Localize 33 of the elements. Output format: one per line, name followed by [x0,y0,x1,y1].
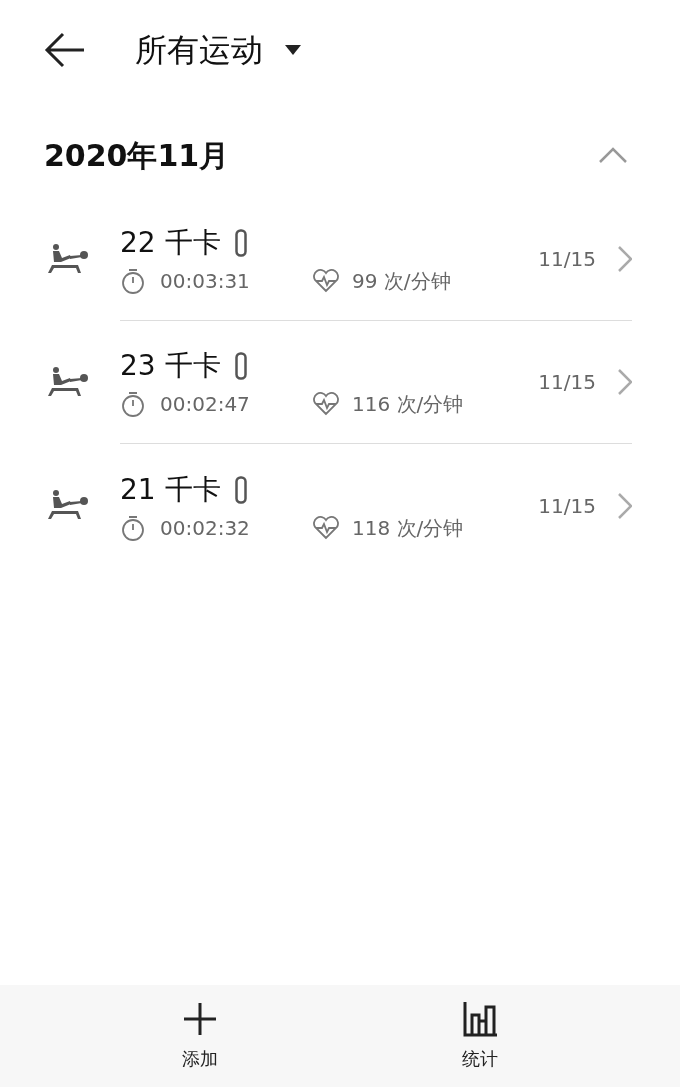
bottom-bar-button[interactable]: 统计 [456,1000,504,1072]
chevron-right-icon[interactable] [618,492,632,519]
date-text: 11/15 [538,369,596,396]
date-text: 11/15 [538,246,596,273]
chevron-right-icon[interactable] [618,246,632,272]
calories-text: 22 千卡 [120,225,221,261]
chevron-icon [599,147,627,163]
heart-rate-icon [312,515,340,540]
duration-text: 00:03:31 [160,268,250,295]
chevron-right-icon[interactable] [618,369,632,395]
back-arrow-icon [44,32,86,68]
stopwatch-icon [120,391,146,417]
duration-text: 00:02:47 [160,391,250,418]
month-heading: 2020年11月 [44,136,230,175]
stopwatch-icon [120,514,146,541]
plus-icon [182,1000,218,1037]
bottom-bar-button[interactable]: 添加 [176,1000,224,1072]
dropdown-caret-icon [285,45,301,55]
stopwatch-icon [120,268,146,294]
band-icon [234,475,247,504]
heart-rate-text: 99 次/分钟 [352,268,451,295]
date-text: 11/15 [538,492,596,520]
band-icon [234,229,247,257]
heart-rate-text: 118 次/分钟 [352,514,464,542]
bar-chart-icon [462,1000,498,1037]
calories-text: 23 千卡 [120,348,221,384]
band-icon [234,352,247,380]
calories-text: 21 千卡 [120,471,221,508]
heart-rate-icon [312,392,340,416]
sport-filter-dropdown[interactable]: 所有运动 [135,26,301,74]
heart-rate-text: 116 次/分钟 [352,391,464,418]
heart-rate-icon [312,269,340,293]
duration-text: 00:02:32 [160,514,250,542]
